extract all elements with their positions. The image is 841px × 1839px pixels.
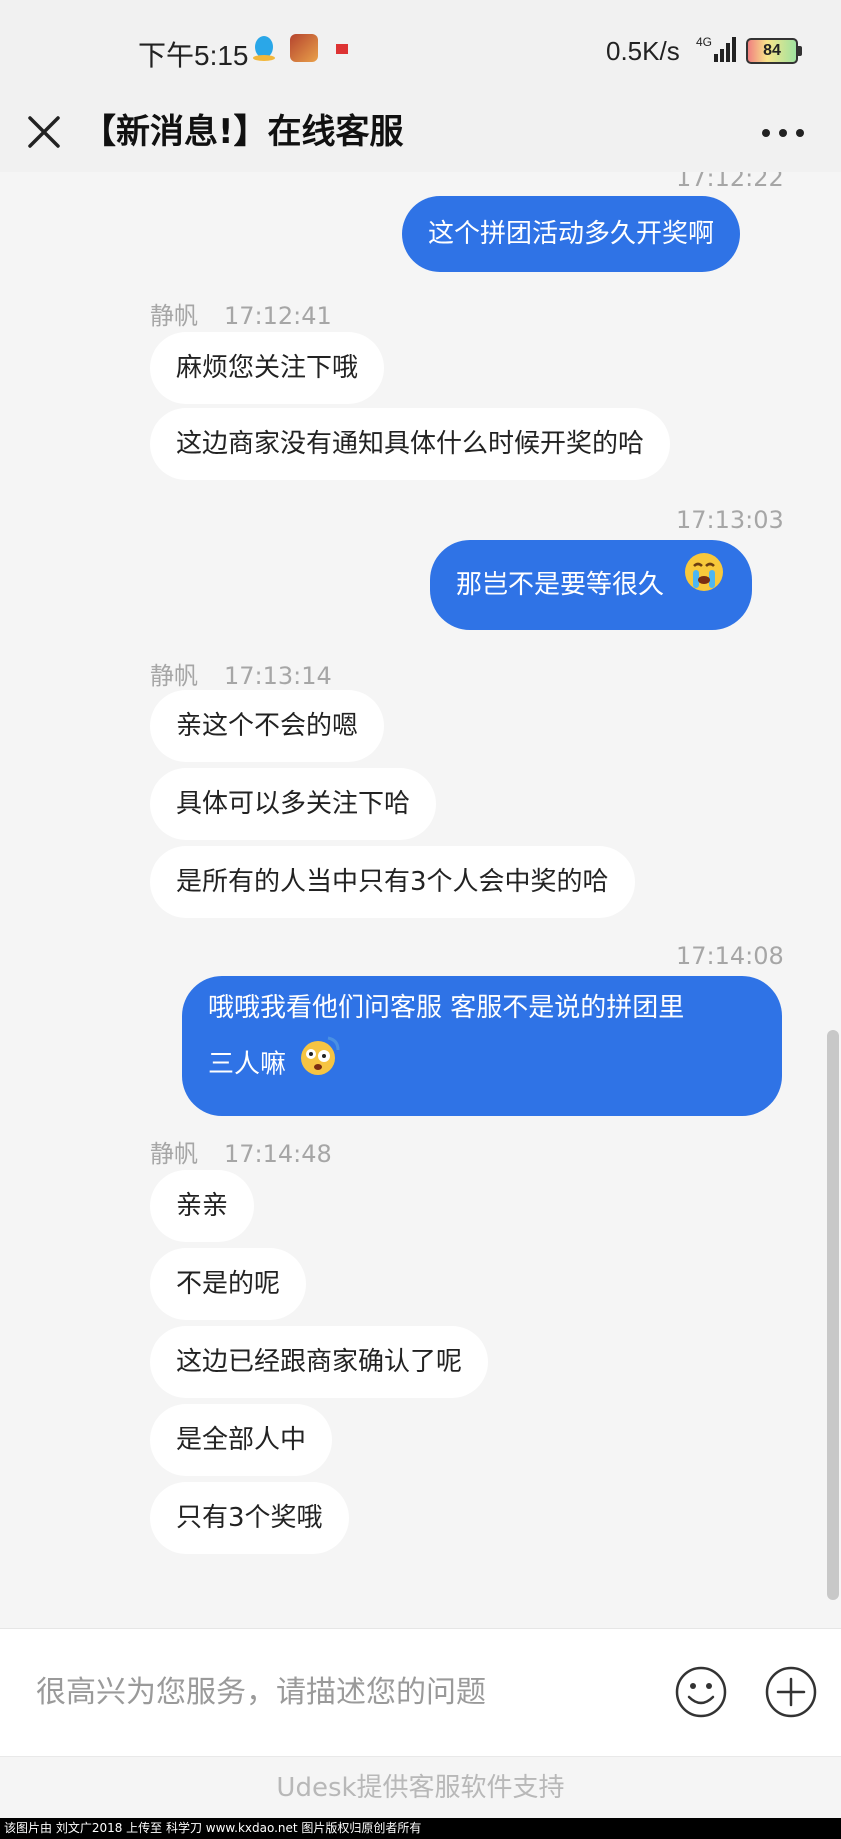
chat-area[interactable]: 17:12:22 这个拼团活动多久开奖啊 静帆 17:12:41 麻烦您关注下哦 … xyxy=(0,172,841,1628)
network-type: 4G xyxy=(696,35,713,49)
battery-icon: 84 xyxy=(746,38,798,64)
sender-time: 17:12:41 xyxy=(224,302,332,330)
outgoing-message-text: 三人嘛 xyxy=(208,1049,287,1080)
incoming-message[interactable]: 亲亲 xyxy=(150,1170,255,1242)
incoming-message[interactable]: 是所有的人当中只有3个人会中奖的哈 xyxy=(150,846,635,918)
message-timestamp: 17:12:22 xyxy=(676,172,784,192)
sender-info: 静帆 17:12:41 xyxy=(150,296,332,331)
page-title: 【新消息!】在线客服 xyxy=(82,112,404,152)
sender-time: 17:14:48 xyxy=(224,1140,332,1168)
title-bar: 【新消息!】在线客服 xyxy=(0,100,841,172)
incoming-message[interactable]: 这边商家没有通知具体什么时候开奖的哈 xyxy=(150,408,671,480)
sender-name: 静帆 xyxy=(150,1140,198,1168)
sender-name: 静帆 xyxy=(150,302,198,330)
incoming-message[interactable]: 具体可以多关注下哈 xyxy=(150,768,437,840)
game-app-icon xyxy=(290,34,318,62)
status-bar: 下午5:15 0.5K/s 4G 84 xyxy=(0,0,841,100)
sender-info: 静帆 17:13:14 xyxy=(150,656,332,691)
incoming-message[interactable]: 不是的呢 xyxy=(150,1248,307,1320)
outgoing-message-text: 那岂不是要等很久 xyxy=(456,570,665,600)
outgoing-message-line: 三人嘛 xyxy=(208,1034,756,1096)
plus-icon[interactable] xyxy=(764,1665,818,1719)
signal-icon xyxy=(712,36,738,62)
outgoing-message[interactable]: 这个拼团活动多久开奖啊 xyxy=(402,196,741,272)
incoming-message[interactable]: 是全部人中 xyxy=(150,1404,333,1476)
dizzy-emoji-icon xyxy=(296,1034,344,1096)
message-input-bar: 很高兴为您服务，请描述您的问题 xyxy=(0,1628,841,1757)
qq-icon xyxy=(250,34,278,62)
outgoing-message[interactable]: 那岂不是要等很久 xyxy=(430,540,753,631)
crying-emoji-icon xyxy=(682,541,726,631)
outgoing-message[interactable]: 哦哦我看他们问客服 客服不是说的拼团里 三人嘛 xyxy=(182,976,782,1116)
watermark-text: 该图片由 刘文广2018 上传至 科学刀 www.kxdao.net 图片版权归… xyxy=(0,1818,841,1839)
more-icon[interactable] xyxy=(758,118,808,148)
sender-time: 17:13:14 xyxy=(224,662,332,690)
incoming-message[interactable]: 这边已经跟商家确认了呢 xyxy=(150,1326,489,1398)
outgoing-message-line: 哦哦我看他们问客服 客服不是说的拼团里 xyxy=(208,993,685,1023)
battery-tip xyxy=(798,46,802,56)
app-notification-icon xyxy=(332,34,352,62)
message-input[interactable]: 很高兴为您服务，请描述您的问题 xyxy=(36,1667,486,1711)
smile-icon[interactable] xyxy=(674,1665,728,1719)
sender-name: 静帆 xyxy=(150,662,198,690)
powered-by-footer: Udesk提供客服软件支持 xyxy=(0,1756,841,1819)
message-timestamp: 17:13:03 xyxy=(676,506,784,534)
incoming-message[interactable]: 麻烦您关注下哦 xyxy=(150,332,385,404)
message-timestamp: 17:14:08 xyxy=(676,942,784,970)
sender-info: 静帆 17:14:48 xyxy=(150,1134,332,1169)
close-icon[interactable] xyxy=(22,110,66,154)
status-time: 下午5:15 xyxy=(138,40,249,71)
incoming-message[interactable]: 亲这个不会的嗯 xyxy=(150,690,385,762)
network-speed: 0.5K/s xyxy=(606,36,680,66)
incoming-message[interactable]: 只有3个奖哦 xyxy=(150,1482,349,1554)
chat-scrollbar[interactable] xyxy=(827,1030,839,1600)
